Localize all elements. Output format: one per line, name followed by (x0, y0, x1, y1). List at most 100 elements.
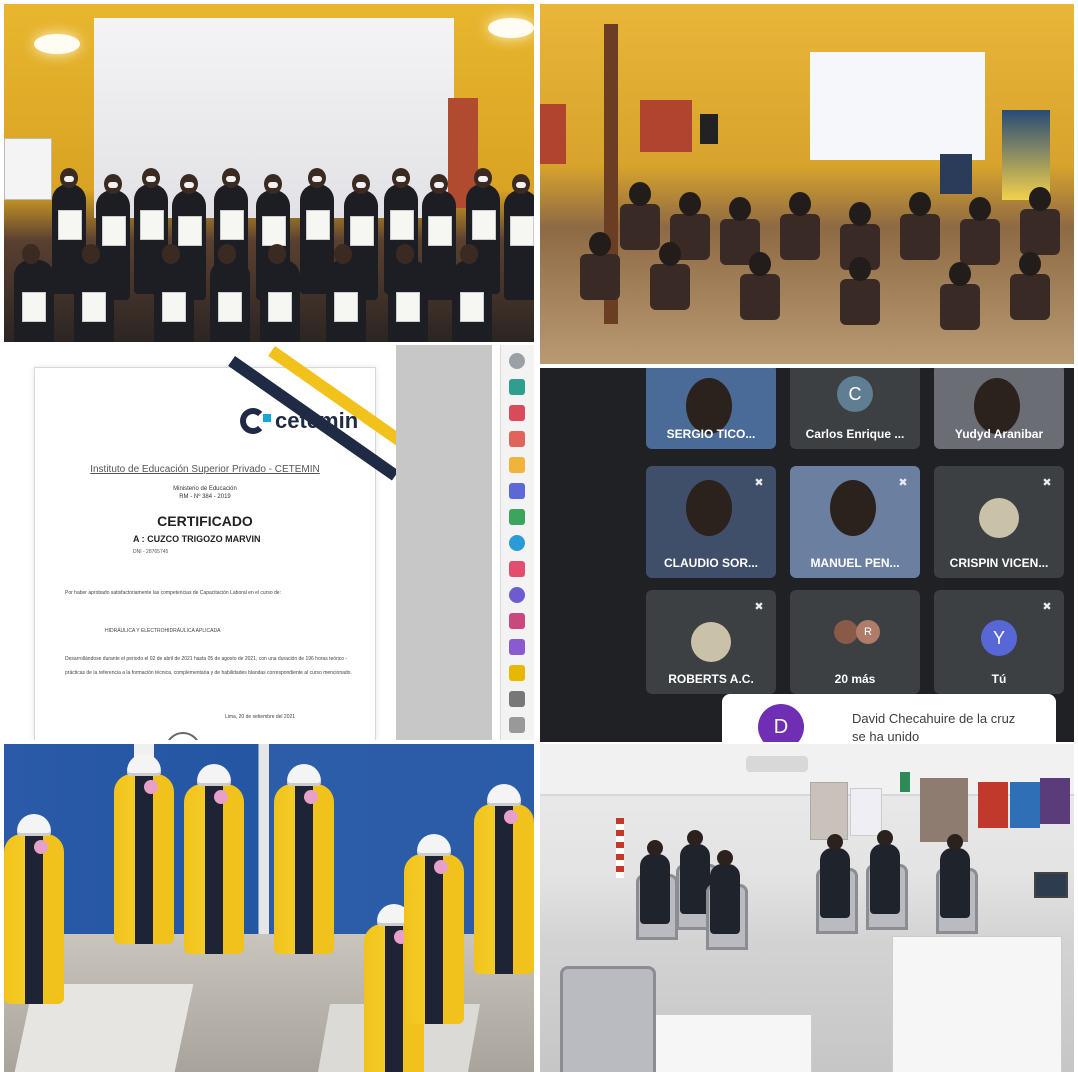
face-mask (108, 182, 118, 188)
tool-icon[interactable] (509, 639, 525, 655)
participant-name: ROBERTS A.C. (668, 672, 754, 686)
student (940, 834, 970, 918)
participant-tile[interactable]: C Carlos Enrique ... (790, 368, 920, 449)
worker (404, 854, 464, 1024)
tool-icon[interactable] (509, 509, 525, 525)
tool-icon[interactable] (509, 431, 525, 447)
window (920, 778, 968, 842)
projector (746, 756, 808, 772)
participant-avatar: R (856, 620, 880, 644)
comment-icon[interactable] (509, 457, 525, 473)
student (870, 830, 900, 914)
recipient-line: A : CUZCO TRIGOZO MARVIN (133, 534, 261, 544)
laptop (1034, 872, 1068, 898)
hard-hat-icon (17, 814, 51, 836)
participant-name: Yudyd Aranibar (954, 427, 1044, 441)
cetemin-logo-accent (263, 414, 271, 422)
attendee-head (969, 197, 991, 221)
face-mask (396, 176, 406, 182)
certificate-held (510, 216, 534, 246)
podium-speaker (940, 154, 972, 194)
participant-avatar (691, 622, 731, 662)
projection-screen (810, 52, 985, 160)
face-mask (226, 176, 236, 182)
student (710, 850, 740, 934)
join-notification: D David Checahuire de la cruz se ha unid… (722, 694, 1056, 742)
worker (274, 784, 334, 954)
seal-icon (165, 732, 201, 740)
wall-panel (640, 100, 692, 152)
face-mask (478, 176, 488, 182)
mic-off-icon: ✖ (754, 477, 764, 489)
participant-avatar (834, 620, 858, 644)
front-chair (560, 966, 656, 1072)
participant-avatar (979, 498, 1019, 538)
participant-tile[interactable]: R 20 más (790, 590, 920, 694)
certificate-document-viewer: cetemin Instituto de Educación Superior … (4, 345, 534, 740)
certificate-held (350, 216, 374, 246)
protect-icon[interactable] (509, 587, 525, 603)
join-message: David Checahuire de la cruz se ha unido (852, 711, 1016, 742)
participant-tile[interactable]: ✖ CLAUDIO SOR... (646, 466, 776, 578)
participant-name: Carlos Enrique ... (805, 427, 905, 441)
certificate-held (262, 216, 286, 246)
poster (978, 782, 1008, 828)
face-mask (356, 182, 366, 188)
student (820, 834, 850, 918)
attendee-head (659, 242, 681, 266)
respirator-icon (34, 840, 48, 854)
participant-tile[interactable]: ✖ CRISPIN VICEN... (934, 466, 1064, 578)
respirator-icon (144, 780, 158, 794)
participant-tile[interactable]: Yudyd Aranibar (934, 368, 1064, 449)
tool-icon[interactable] (509, 483, 525, 499)
tool-icon[interactable] (509, 613, 525, 629)
hard-hat-icon (287, 764, 321, 786)
ceiling-lamp (488, 18, 534, 38)
attendee-head (849, 257, 871, 281)
participant-tile[interactable]: Y ✖ Tú (934, 590, 1064, 694)
certificate-held (178, 216, 202, 246)
attendee-head (729, 197, 751, 221)
tool-icon[interactable] (509, 535, 525, 551)
certificate-held (82, 292, 106, 322)
participant-name: CLAUDIO SOR... (663, 556, 758, 570)
tool-icon[interactable] (509, 665, 525, 681)
tool-icon[interactable] (509, 405, 525, 421)
participant-name: MANUEL PEN... (810, 556, 900, 570)
participant-tile[interactable]: ✖ ROBERTS A.C. (646, 590, 776, 694)
respirator-icon (304, 790, 318, 804)
exit-sign-icon (900, 772, 910, 792)
tool-icon[interactable] (509, 379, 525, 395)
participant-tile[interactable]: ✖ MANUEL PEN... (790, 466, 920, 578)
hard-hat-icon (487, 784, 521, 806)
chair (1010, 274, 1050, 320)
hard-hat-icon (197, 764, 231, 786)
participant-tile[interactable]: SERGIO TICO... (646, 368, 776, 449)
certificate-held (162, 292, 186, 322)
face-mask (312, 176, 322, 182)
participant-avatar: Y (981, 620, 1017, 656)
certificate-held (220, 210, 244, 240)
certificate-held (22, 292, 46, 322)
certificate-held (218, 292, 242, 322)
attendee-head (1019, 252, 1041, 276)
attendee-head (789, 192, 811, 216)
search-icon[interactable] (509, 353, 525, 369)
collapse-icon[interactable] (509, 717, 525, 733)
chair (620, 204, 660, 250)
sign-icon[interactable] (509, 561, 525, 577)
participant-avatar: C (837, 376, 873, 412)
certificate-held (268, 292, 292, 322)
attendee-head (949, 262, 971, 286)
certificate-held (334, 292, 358, 322)
viewer-background (396, 345, 492, 740)
attendee-head (909, 192, 931, 216)
worker (184, 784, 244, 954)
wrench-icon[interactable] (509, 691, 525, 707)
chair (580, 254, 620, 300)
worker (474, 804, 534, 974)
certificate-held (140, 210, 164, 240)
classroom-photo (540, 744, 1074, 1072)
attendee-head (679, 192, 701, 216)
poster (1010, 782, 1040, 828)
